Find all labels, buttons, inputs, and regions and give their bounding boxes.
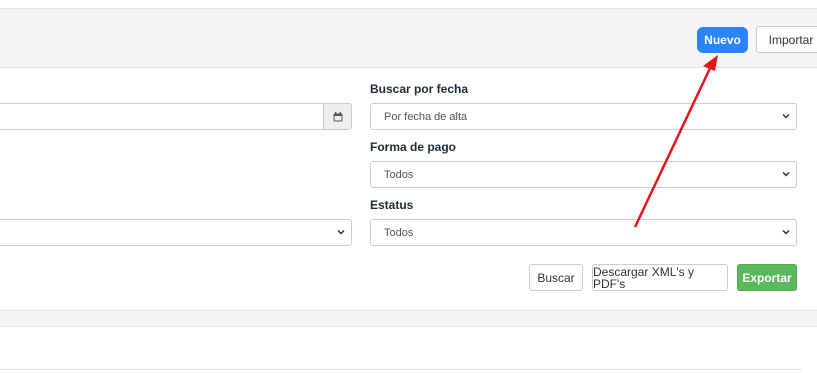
chevron-down-icon xyxy=(782,171,790,177)
chevron-down-icon xyxy=(337,229,345,235)
section-divider xyxy=(0,310,817,327)
calendar-button[interactable] xyxy=(323,103,352,130)
status-value: Todos xyxy=(384,226,414,239)
download-xml-pdf-button[interactable]: Descargar XML's y PDF's xyxy=(592,264,728,291)
arrow-shaft xyxy=(633,63,714,228)
status-select[interactable]: Todos xyxy=(370,219,797,246)
search-button[interactable]: Buscar xyxy=(529,264,583,291)
export-button[interactable]: Exportar xyxy=(737,264,797,291)
date-search-label: Buscar por fecha xyxy=(370,82,469,96)
chevron-down-icon xyxy=(782,113,790,119)
status-label: Estatus xyxy=(370,198,414,212)
payment-method-value: Todos xyxy=(384,168,414,181)
calendar-icon xyxy=(333,111,342,121)
chevron-down-icon xyxy=(782,229,790,235)
new-button[interactable]: Nuevo xyxy=(697,27,748,53)
date-input[interactable] xyxy=(0,103,324,130)
payment-method-select[interactable]: Todos xyxy=(370,161,797,188)
left-select[interactable] xyxy=(0,219,352,246)
page-toolbar xyxy=(0,9,817,68)
date-search-value: Por fecha de alta xyxy=(384,110,468,123)
payment-method-label: Forma de pago xyxy=(370,140,457,154)
date-search-select[interactable]: Por fecha de alta xyxy=(370,103,797,130)
bottom-divider xyxy=(0,369,802,370)
import-button[interactable]: Importar xyxy=(756,26,817,53)
